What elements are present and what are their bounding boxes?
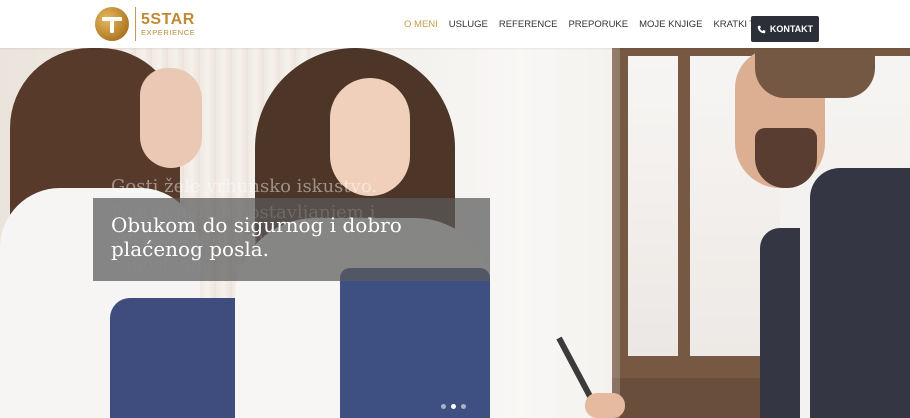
slider-dots	[441, 404, 471, 409]
nav-item-usluge[interactable]: USLUGE	[449, 19, 488, 30]
site-logo[interactable]: 5STAR EXPERIENCE	[95, 6, 195, 42]
nav-item-reference[interactable]: REFERENCE	[499, 19, 558, 30]
logo-emblem-icon	[95, 7, 129, 41]
nav-item-moje-knjige[interactable]: MOJE KNJIGE	[639, 19, 702, 30]
contact-button[interactable]: KONTAKT	[751, 16, 819, 42]
slider-dot-1[interactable]	[441, 404, 446, 409]
logo-title: 5STAR	[141, 10, 195, 28]
logo-wordmark: 5STAR EXPERIENCE	[141, 10, 196, 37]
hero-slider: Gosti žele vrhunsko iskustvo. Postižemo …	[0, 48, 910, 418]
hero-caption: Obukom do sigurnog i dobro plaćenog posl…	[111, 213, 402, 261]
phone-icon	[757, 25, 766, 33]
site-header: 5STAR EXPERIENCE O MENI USLUGE REFERENCE…	[0, 0, 910, 48]
contact-button-label: KONTAKT	[769, 24, 814, 34]
nav-item-o-meni[interactable]: O MENI	[404, 19, 438, 30]
nav-item-preporuke[interactable]: PREPORUKE	[568, 19, 628, 30]
hero-caption-box: Obukom do sigurnog i dobro plaćenog posl…	[93, 198, 490, 281]
logo-subtitle: EXPERIENCE	[141, 27, 196, 37]
main-nav: O MENI USLUGE REFERENCE PREPORUKE MOJE K…	[404, 0, 807, 48]
slider-dot-3[interactable]	[461, 404, 466, 409]
logo-divider	[135, 7, 136, 41]
slider-dot-2[interactable]	[451, 404, 456, 409]
